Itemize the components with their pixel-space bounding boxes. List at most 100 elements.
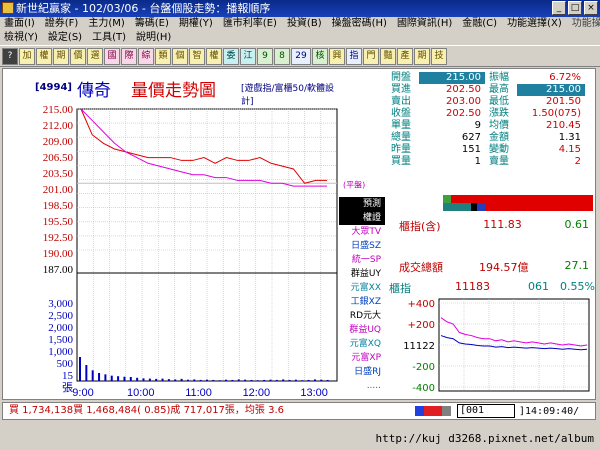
total-turnover-label: 成交總額 xyxy=(399,261,443,274)
volume-bar xyxy=(193,379,196,381)
volume-bar xyxy=(237,379,240,381)
menu-item-5[interactable]: 匯市利率(E) xyxy=(219,17,283,31)
menu-item-10[interactable]: 功能選擇(X) xyxy=(503,17,568,31)
toolbar-button-4[interactable]: 價 xyxy=(70,47,86,65)
broker-label[interactable]: RD元大 xyxy=(339,309,385,323)
time-tick-label: 11:00 xyxy=(185,387,212,399)
quote-value: 4.15 xyxy=(558,144,581,155)
menu-item-9[interactable]: 金融(C) xyxy=(458,17,503,31)
toolbar-button-12[interactable]: 權 xyxy=(206,47,222,65)
toolbar-button-0[interactable]: ? xyxy=(2,47,18,65)
toolbar-button-16[interactable]: 8 xyxy=(274,47,290,65)
toolbar-button-17[interactable]: 29 xyxy=(291,47,311,65)
toolbar-button-9[interactable]: 類 xyxy=(155,47,171,65)
menu-item-6[interactable]: 投資(B) xyxy=(283,17,328,31)
menu-item-8[interactable]: 國際資訊(H) xyxy=(393,17,458,31)
total-turnover-extra: 27.1 xyxy=(564,259,590,272)
broker-label[interactable]: 元富XP xyxy=(339,351,385,365)
toolbar-button-14[interactable]: 江 xyxy=(240,47,256,65)
volume-tick-label: 15 xyxy=(62,370,74,382)
maximize-icon[interactable]: □ xyxy=(568,1,582,15)
price-tick-label: 209.00 xyxy=(43,136,74,148)
toolbar-button-24[interactable]: 期 xyxy=(414,47,430,65)
menu-item-1[interactable]: 證券(F) xyxy=(41,17,85,31)
quote-label: 總量 xyxy=(391,132,411,143)
menu-item-0[interactable]: 畫面(I) xyxy=(0,17,41,31)
menu-item-7[interactable]: 操盤密碼(H) xyxy=(328,17,393,31)
toolbar-button-11[interactable]: 智 xyxy=(189,47,205,65)
toolbar-button-1[interactable]: 加 xyxy=(19,47,35,65)
volume-tick-label: 3,000 xyxy=(48,298,73,310)
toolbar-button-2[interactable]: 權 xyxy=(36,47,52,65)
volume-bar xyxy=(313,379,316,381)
broker-label[interactable]: 工銀XZ xyxy=(339,295,385,309)
quote-value: 1.50(075) xyxy=(531,108,581,119)
broker-label[interactable]: 權證 xyxy=(339,211,385,225)
menu2-item-0[interactable]: 檢視(Y) xyxy=(0,31,44,45)
reference-label: (平盤) xyxy=(343,179,365,189)
volume-bar xyxy=(79,357,81,381)
close-icon[interactable]: × xyxy=(584,1,598,15)
minimize-icon[interactable]: _ xyxy=(552,1,566,15)
menu-bar-primary: 畫面(I) 證券(F) 主力(M) 籌碼(E) 期權(Y) 匯市利率(E) 投資(B) 操盤密… xyxy=(0,17,600,31)
toolbar-button-19[interactable]: 興 xyxy=(329,47,345,65)
footer-bar: http://kuj d3268.pixnet.net/album xyxy=(0,420,600,450)
broker-label[interactable]: 日盛RJ xyxy=(339,365,385,379)
menu2-item-2[interactable]: 工具(T) xyxy=(88,31,132,45)
toolbar-button-15[interactable]: 9 xyxy=(257,47,273,65)
menu-item-3[interactable]: 籌碼(E) xyxy=(131,17,175,31)
quote-label: 開盤 xyxy=(391,72,411,83)
menu-item-4[interactable]: 期權(Y) xyxy=(175,17,219,31)
price-tick-label: 187.00 xyxy=(43,264,74,276)
menu-function-ops[interactable]: 功能操作 xyxy=(568,17,600,31)
toolbar-button-6[interactable]: 國 xyxy=(104,47,120,65)
quote-value: 215.00 xyxy=(419,72,485,84)
menu2-item-1[interactable]: 設定(S) xyxy=(44,31,88,45)
volume-tick-label: 500 xyxy=(57,358,74,370)
quote-value: 6.72% xyxy=(549,72,581,83)
broker-label[interactable]: 日盛SZ xyxy=(339,239,385,253)
volume-bar xyxy=(148,378,151,381)
toolbar-button-21[interactable]: 門 xyxy=(363,47,379,65)
menu2-item-3[interactable]: 說明(H) xyxy=(132,31,177,45)
window-controls: _ □ × xyxy=(552,1,598,15)
toolbar-button-13[interactable]: 委 xyxy=(223,47,239,65)
broker-label[interactable]: 元富XQ xyxy=(339,337,385,351)
otc-index-line: 櫃指(含) 111.83 0.61 xyxy=(399,218,589,234)
volume-bar xyxy=(123,376,126,381)
volume-tick-label: 1,000 xyxy=(48,346,73,358)
otc-index-label: 櫃指(含) xyxy=(399,220,441,233)
otc-mini-tick-label: +200 xyxy=(408,320,435,331)
quote-value: 202.50 xyxy=(446,84,481,95)
broker-label[interactable]: ..... xyxy=(339,379,385,393)
quote-value: 201.50 xyxy=(546,96,581,107)
broker-label[interactable]: 元富XX xyxy=(339,281,385,295)
toolbar-button-18[interactable]: 核 xyxy=(312,47,328,65)
toolbar-button-3[interactable]: 期 xyxy=(53,47,69,65)
toolbar-button-20[interactable]: 指 xyxy=(346,47,362,65)
quote-value: 210.45 xyxy=(546,120,581,131)
broker-label[interactable]: 大眾TV xyxy=(339,225,385,239)
volume-bar xyxy=(250,379,253,381)
broker-label[interactable]: 群益UQ xyxy=(339,323,385,337)
menu-item-2[interactable]: 主力(M) xyxy=(84,17,130,31)
broker-label[interactable]: 預測 xyxy=(339,197,385,211)
status-code-input[interactable]: [001 xyxy=(457,404,515,418)
chart-setting[interactable]: [遊戲指/富櫃50/軟體設計] xyxy=(241,81,341,107)
broker-label[interactable]: 統一SP xyxy=(339,253,385,267)
toolbar-button-5[interactable]: 選 xyxy=(87,47,103,65)
price-tick-label: 190.00 xyxy=(43,248,74,260)
quote-label: 賣出 xyxy=(391,96,411,107)
quote-label: 買進 xyxy=(391,84,411,95)
toolbar-button-8[interactable]: 綜 xyxy=(138,47,154,65)
broker-label[interactable]: 群益UY xyxy=(339,267,385,281)
quote-label: 最高 xyxy=(489,84,509,95)
toolbar-button-22[interactable]: 豔 xyxy=(380,47,396,65)
quote-label: 最低 xyxy=(489,96,509,107)
time-tick-label: 10:00 xyxy=(127,387,155,399)
toolbar-button-23[interactable]: 產 xyxy=(397,47,413,65)
toolbar-button-25[interactable]: 技 xyxy=(431,47,447,65)
toolbar-button-7[interactable]: 際 xyxy=(121,47,137,65)
toolbar-button-10[interactable]: 個 xyxy=(172,47,188,65)
app-icon xyxy=(2,2,14,14)
